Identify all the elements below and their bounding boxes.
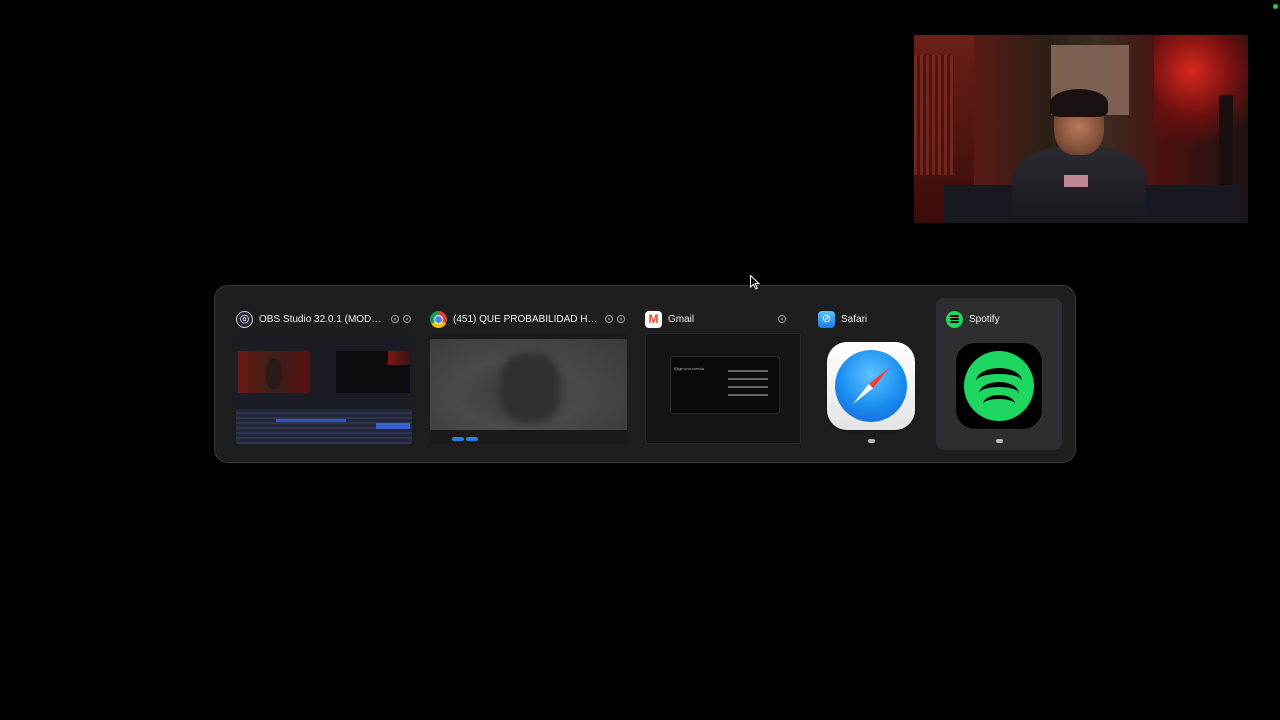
spotify-icon <box>946 310 963 328</box>
spotify-app-icon[interactable] <box>955 342 1043 430</box>
desktop: ◎ OBS Studio 32.0.1 (MODO S... (451) QUE… <box>0 0 1280 720</box>
safari-icon: ⊘ <box>818 310 835 328</box>
app-title: Spotify <box>969 313 1000 325</box>
safari-app-icon[interactable] <box>827 342 915 430</box>
window-thumbnail[interactable] <box>430 333 627 444</box>
obs-icon: ◎ <box>236 310 253 328</box>
app-title: OBS Studio 32.0.1 (MODO S... <box>259 313 387 325</box>
window-control-icon[interactable] <box>403 315 411 323</box>
webcam-overlay <box>914 35 1248 223</box>
open-app-indicator <box>996 439 1003 443</box>
window-thumbnail[interactable]: Elige una cuenta <box>645 333 801 444</box>
window-control-icon[interactable] <box>391 315 399 323</box>
gmail-icon: M <box>645 310 662 328</box>
recording-indicator-dot <box>1273 4 1278 9</box>
chrome-icon <box>430 310 447 328</box>
window-thumbnail[interactable] <box>236 333 412 444</box>
app-gmail[interactable]: M Gmail Elige una cuenta <box>645 298 801 450</box>
app-safari[interactable]: ⊘ Safari <box>818 298 930 450</box>
thumbnail-dialog-title: Elige una cuenta <box>674 366 704 371</box>
app-title: (451) QUE PROBABILIDAD HAY/... <box>453 313 601 325</box>
app-spotify[interactable]: Spotify <box>936 298 1062 450</box>
open-app-indicator <box>868 439 875 443</box>
app-switcher: ◎ OBS Studio 32.0.1 (MODO S... (451) QUE… <box>214 285 1076 463</box>
window-control-icon[interactable] <box>778 315 786 323</box>
app-obs[interactable]: ◎ OBS Studio 32.0.1 (MODO S... <box>236 298 414 450</box>
app-title: Gmail <box>668 313 695 325</box>
app-title: Safari <box>841 313 868 325</box>
window-control-icon[interactable] <box>617 315 625 323</box>
app-chrome[interactable]: (451) QUE PROBABILIDAD HAY/... <box>430 298 628 450</box>
window-control-icon[interactable] <box>605 315 613 323</box>
mouse-cursor-icon <box>750 275 760 290</box>
